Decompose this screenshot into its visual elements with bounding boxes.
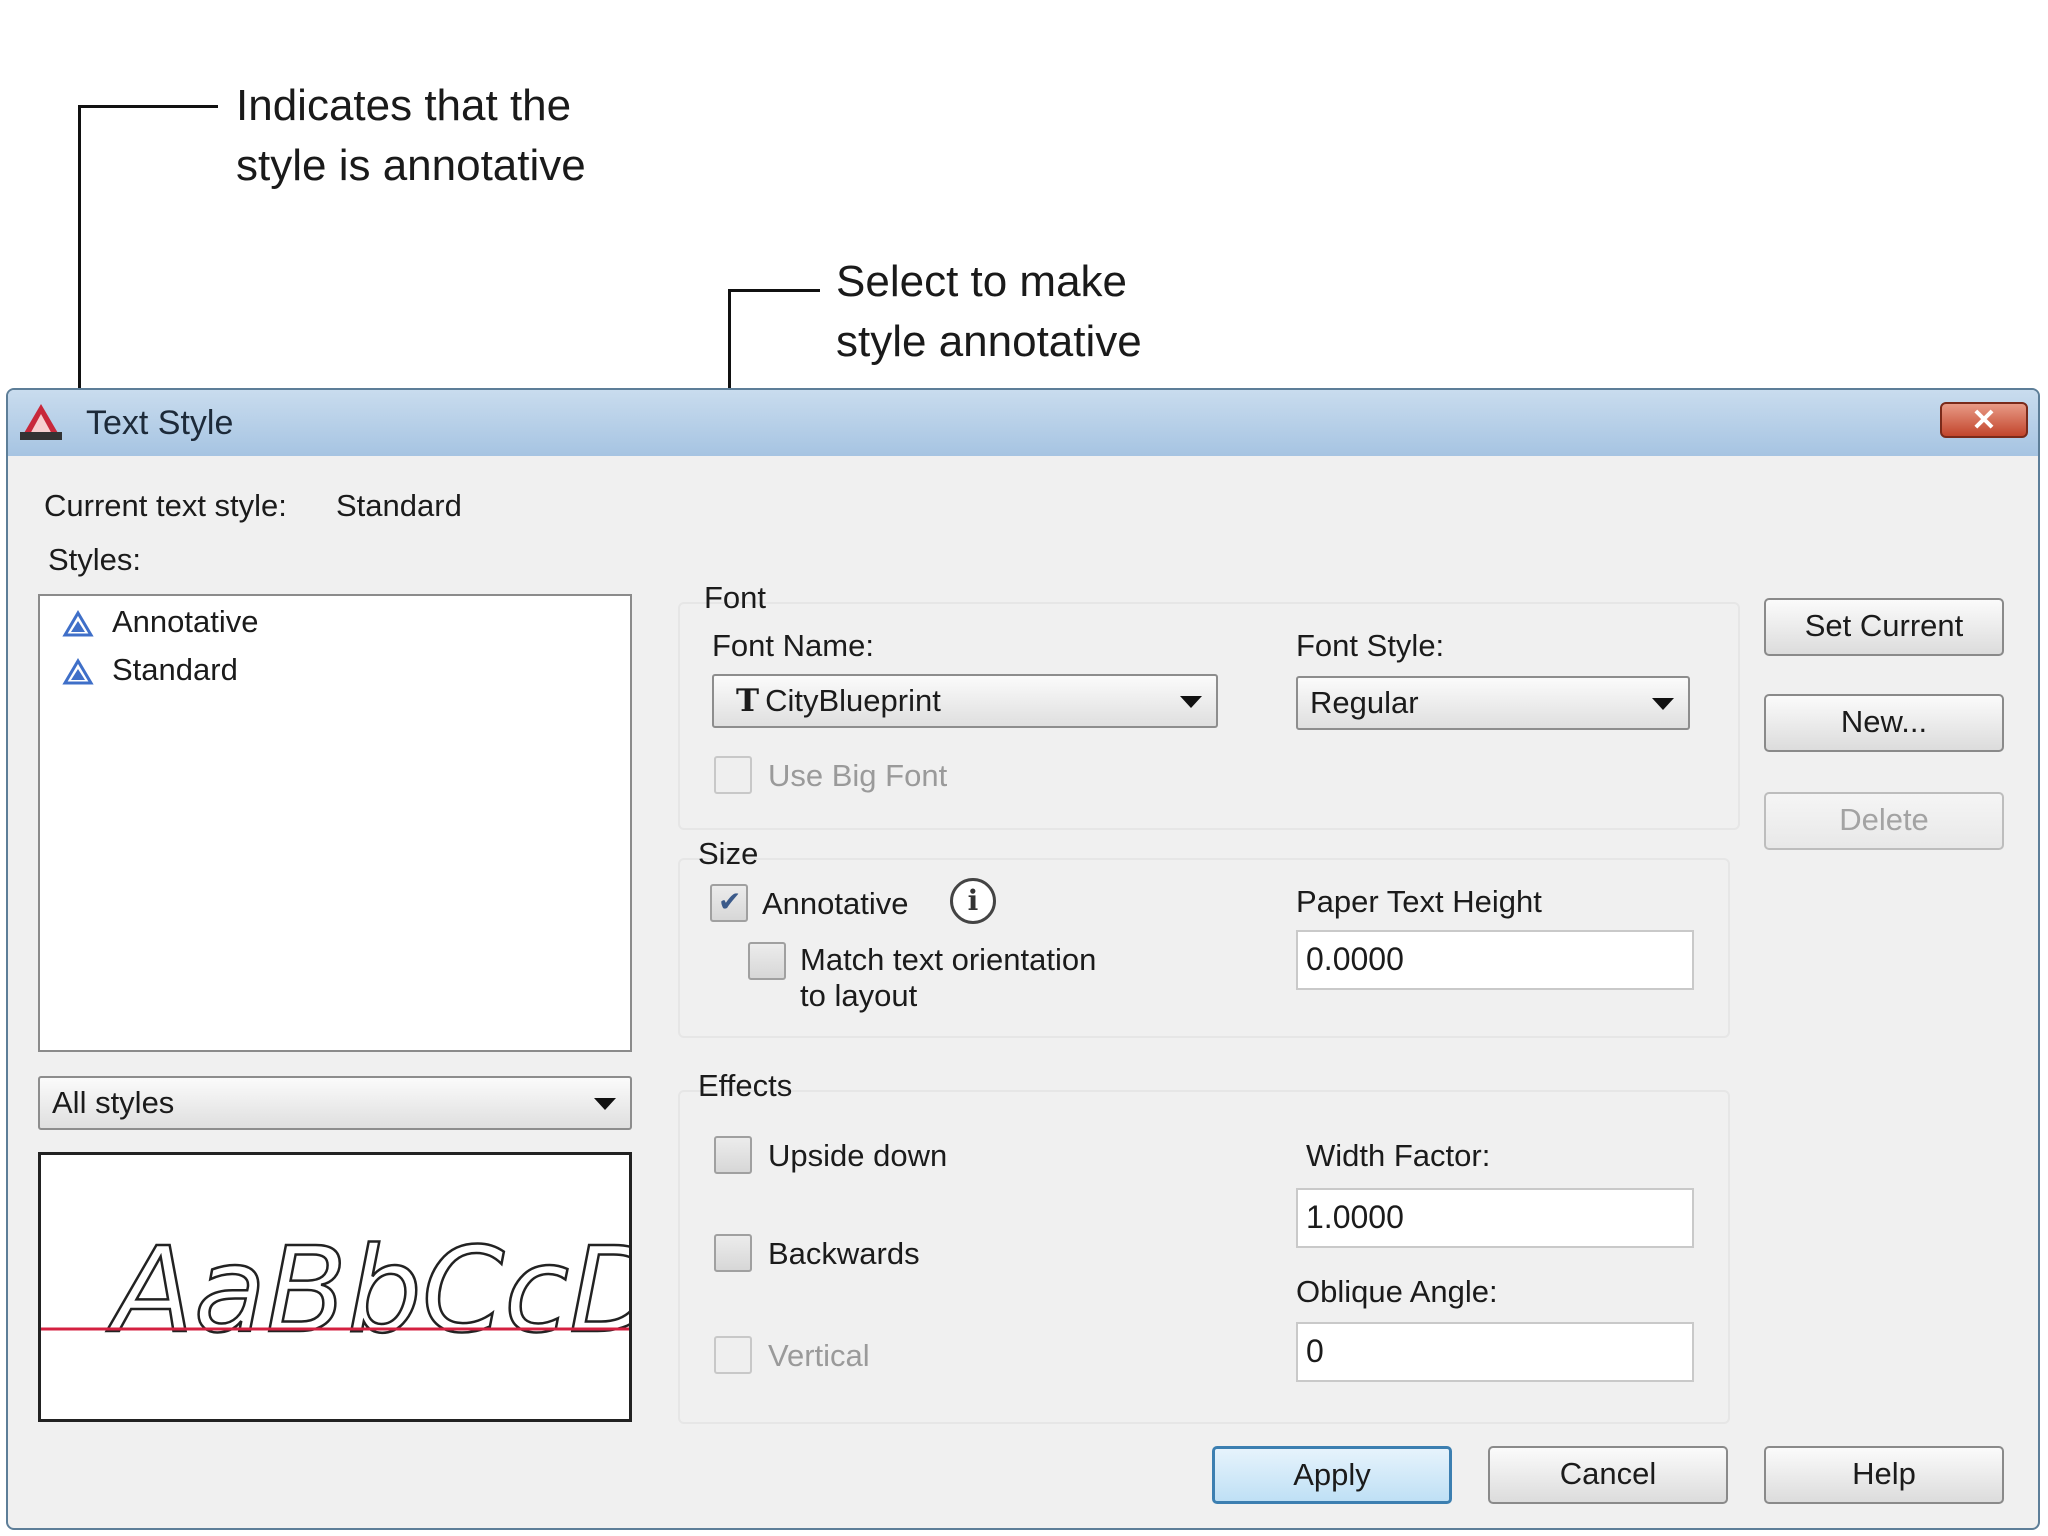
- title-bar[interactable]: Text Style ✕: [8, 390, 2038, 456]
- info-icon[interactable]: i: [950, 878, 996, 924]
- styles-list[interactable]: Annotative Standard: [38, 594, 632, 1052]
- paper-text-height-input[interactable]: 0.0000: [1296, 930, 1694, 990]
- text-preview: AaBbCcD: [38, 1152, 632, 1422]
- backwards-checkbox[interactable]: [714, 1234, 752, 1272]
- oblique-angle-label: Oblique Angle:: [1296, 1274, 1498, 1309]
- font-name-value: CityBlueprint: [765, 683, 941, 718]
- preview-text: AaBbCcD: [106, 1221, 629, 1359]
- match-orientation-label: Match text orientation to layout: [800, 942, 1097, 1013]
- style-item-label: Standard: [112, 652, 238, 687]
- styles-filter-value: All styles: [52, 1085, 175, 1120]
- autocad-app-icon: [20, 404, 62, 440]
- delete-button[interactable]: Delete: [1764, 792, 2004, 850]
- annotative-triangle-icon: [62, 657, 94, 685]
- upside-down-label: Upside down: [768, 1138, 948, 1173]
- styles-filter-dropdown[interactable]: All styles: [38, 1076, 632, 1130]
- use-big-font-checkbox[interactable]: [714, 756, 752, 794]
- set-current-button[interactable]: Set Current: [1764, 598, 2004, 656]
- width-factor-label: Width Factor:: [1306, 1138, 1491, 1173]
- vertical-label: Vertical: [768, 1338, 870, 1373]
- chevron-down-icon: [594, 1098, 616, 1110]
- annotative-triangle-icon: [62, 609, 94, 637]
- style-item-label: Annotative: [112, 604, 259, 639]
- chevron-down-icon: [1652, 698, 1674, 710]
- styles-label: Styles:: [48, 542, 142, 577]
- font-name-label: Font Name:: [712, 628, 874, 663]
- annotative-label: Annotative: [762, 886, 909, 921]
- oblique-angle-input[interactable]: 0: [1296, 1322, 1694, 1382]
- window-title: Text Style: [86, 404, 234, 442]
- help-button[interactable]: Help: [1764, 1446, 2004, 1504]
- font-style-dropdown[interactable]: Regular: [1296, 676, 1690, 730]
- font-style-label: Font Style:: [1296, 628, 1445, 663]
- current-style-label: Current text style:: [44, 488, 287, 523]
- paper-text-height-label: Paper Text Height: [1296, 884, 1542, 919]
- upside-down-checkbox[interactable]: [714, 1136, 752, 1174]
- vertical-checkbox[interactable]: [714, 1336, 752, 1374]
- font-name-dropdown[interactable]: T CityBlueprint: [712, 674, 1218, 728]
- annotative-checkbox[interactable]: [710, 884, 748, 922]
- cancel-button[interactable]: Cancel: [1488, 1446, 1728, 1504]
- font-group-label: Font: [704, 580, 767, 615]
- current-style-value: Standard: [336, 488, 462, 523]
- style-item-annotative[interactable]: Annotative: [62, 604, 259, 640]
- apply-button[interactable]: Apply: [1212, 1446, 1452, 1504]
- preview-canvas: AaBbCcD: [41, 1220, 629, 1360]
- callout-line-horizontal: [78, 105, 218, 108]
- effects-group-label: Effects: [698, 1068, 793, 1103]
- callout-line-horizontal: [728, 289, 820, 292]
- close-button[interactable]: ✕: [1940, 402, 2028, 438]
- style-item-standard[interactable]: Standard: [62, 652, 238, 688]
- font-style-value: Regular: [1310, 685, 1419, 720]
- text-style-dialog: Text Style ✕ Current text style: Standar…: [6, 388, 2040, 1530]
- callout-select-annotative: Select to make style annotative: [836, 257, 1142, 366]
- backwards-label: Backwards: [768, 1236, 920, 1271]
- new-button[interactable]: New...: [1764, 694, 2004, 752]
- chevron-down-icon: [1180, 696, 1202, 708]
- width-factor-input[interactable]: 1.0000: [1296, 1188, 1694, 1248]
- match-orientation-checkbox[interactable]: [748, 942, 786, 980]
- truetype-font-icon: T: [736, 683, 760, 719]
- size-group-label: Size: [698, 836, 759, 871]
- use-big-font-label: Use Big Font: [768, 758, 948, 793]
- callout-annotative-indicator: Indicates that the style is annotative: [236, 81, 586, 190]
